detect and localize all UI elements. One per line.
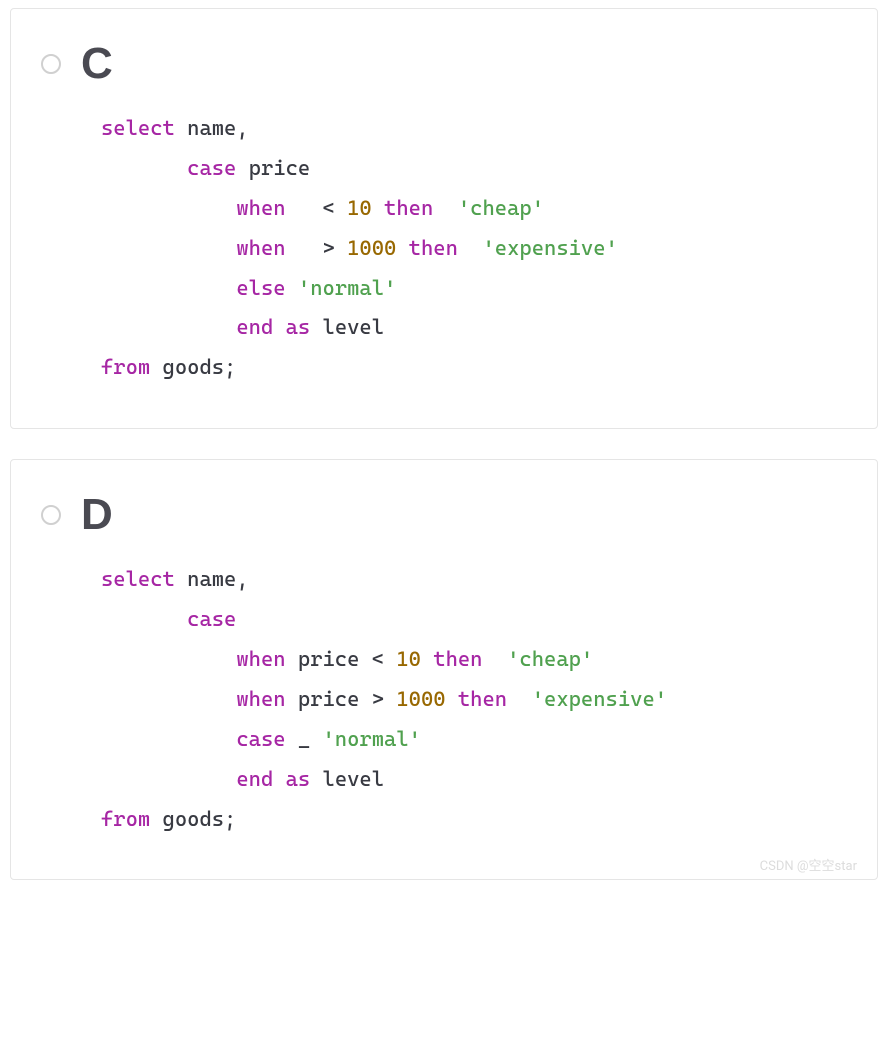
string-cheap: 'cheap' bbox=[458, 196, 544, 220]
keyword-select: select bbox=[101, 116, 175, 140]
semicolon: ; bbox=[224, 807, 236, 831]
ident-name: name bbox=[175, 116, 237, 140]
option-letter: C bbox=[81, 39, 113, 89]
number: 1000 bbox=[396, 687, 445, 711]
code-block-c: select name, case price when < 10 then '… bbox=[101, 109, 847, 388]
ident-price: price bbox=[236, 156, 310, 180]
ident-name: name bbox=[175, 567, 237, 591]
keyword-when: when bbox=[236, 687, 285, 711]
ident-goods: goods bbox=[150, 807, 224, 831]
keyword-when: when bbox=[236, 647, 285, 671]
string-normal: 'normal' bbox=[298, 276, 396, 300]
string-expensive: 'expensive' bbox=[532, 687, 667, 711]
ident-level: level bbox=[310, 767, 384, 791]
option-header: D bbox=[41, 490, 847, 540]
keyword-end: end bbox=[236, 315, 273, 339]
keyword-when: when bbox=[236, 196, 285, 220]
comma: , bbox=[236, 116, 248, 140]
keyword-case: case bbox=[187, 156, 236, 180]
option-card-c[interactable]: C select name, case price when < 10 then… bbox=[10, 8, 878, 429]
keyword-as: as bbox=[286, 767, 311, 791]
ident-price: price bbox=[286, 687, 372, 711]
semicolon: ; bbox=[224, 355, 236, 379]
radio-icon[interactable] bbox=[41, 54, 61, 74]
keyword-select: select bbox=[101, 567, 175, 591]
radio-icon[interactable] bbox=[41, 505, 61, 525]
op-lt: < bbox=[372, 647, 384, 671]
underscore: _ bbox=[286, 727, 323, 751]
op-gt: > bbox=[323, 236, 335, 260]
string-cheap: 'cheap' bbox=[507, 647, 593, 671]
number: 10 bbox=[396, 647, 421, 671]
option-card-d[interactable]: D select name, case when price < 10 then… bbox=[10, 459, 878, 880]
keyword-then: then bbox=[384, 196, 433, 220]
keyword-then: then bbox=[458, 687, 507, 711]
keyword-from: from bbox=[101, 807, 150, 831]
keyword-else: else bbox=[236, 276, 285, 300]
comma: , bbox=[236, 567, 248, 591]
keyword-end: end bbox=[236, 767, 273, 791]
keyword-as: as bbox=[286, 315, 311, 339]
ident-level: level bbox=[310, 315, 384, 339]
keyword-when: when bbox=[236, 236, 285, 260]
option-letter: D bbox=[81, 490, 113, 540]
number: 1000 bbox=[347, 236, 396, 260]
ident-price: price bbox=[286, 647, 372, 671]
keyword-case: case bbox=[187, 607, 236, 631]
string-expensive: 'expensive' bbox=[482, 236, 617, 260]
ident-goods: goods bbox=[150, 355, 224, 379]
watermark: CSDN @空空star bbox=[760, 855, 857, 874]
keyword-then: then bbox=[433, 647, 482, 671]
number: 10 bbox=[347, 196, 372, 220]
op-gt: > bbox=[372, 687, 384, 711]
code-block-d: select name, case when price < 10 then '… bbox=[101, 560, 847, 839]
string-normal: 'normal' bbox=[323, 727, 421, 751]
keyword-case: case bbox=[236, 727, 285, 751]
op-lt: < bbox=[323, 196, 335, 220]
keyword-from: from bbox=[101, 355, 150, 379]
option-header: C bbox=[41, 39, 847, 89]
keyword-then: then bbox=[409, 236, 458, 260]
